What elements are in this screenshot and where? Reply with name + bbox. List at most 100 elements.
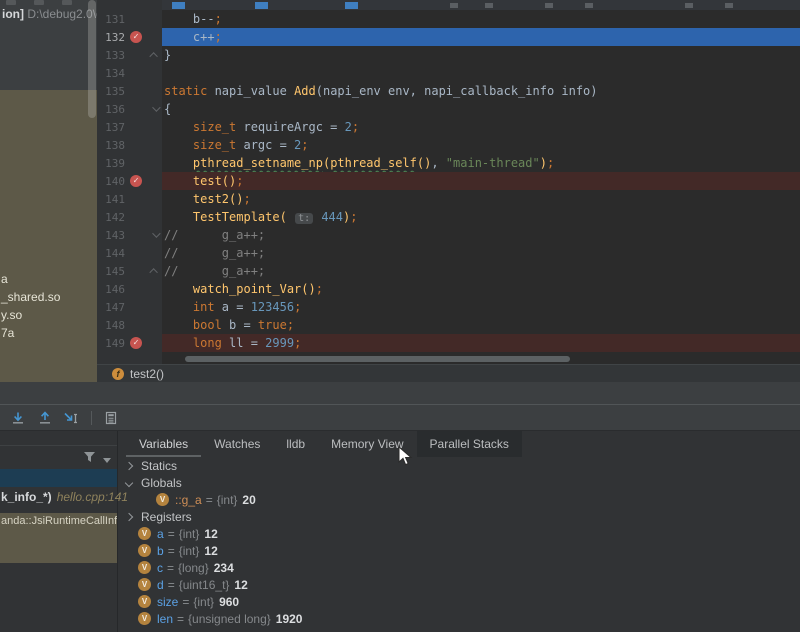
fold-gutter[interactable] (147, 268, 162, 277)
filter-icon[interactable] (83, 450, 96, 468)
variable-type: {int} (178, 526, 200, 541)
fold-marker-icon[interactable] (151, 229, 161, 238)
fold-gutter[interactable] (147, 229, 162, 238)
tree-section-statics[interactable]: Statics (119, 457, 800, 474)
line-number[interactable]: 147 (97, 301, 125, 314)
line-number[interactable]: 133 (97, 49, 125, 62)
line-number[interactable]: 136 (97, 103, 125, 116)
selection-fragment (172, 2, 185, 9)
toolbar-icons-cropped (6, 0, 72, 6)
code-line[interactable]: 138 size_t argc = 2; (97, 136, 800, 154)
line-number[interactable]: 135 (97, 85, 125, 98)
breakpoint-icon[interactable]: ✓ (130, 337, 142, 349)
line-number[interactable]: 134 (97, 67, 125, 80)
code-token: test2() (192, 192, 244, 206)
line-number[interactable]: 144 (97, 247, 125, 260)
variable-row[interactable]: Va = {int} 12 (119, 525, 800, 542)
code-token: (napi_env env, napi_callback_info info) (315, 84, 598, 98)
code-line[interactable]: 144 // g_a++; (97, 244, 800, 262)
line-number[interactable]: 145 (97, 265, 125, 278)
tree-section-registers[interactable]: Registers (119, 508, 800, 525)
library-list-item[interactable]: y.so (0, 306, 97, 324)
code-line[interactable]: 143 // g_a++; (97, 226, 800, 244)
breakpoint-gutter[interactable]: ✓ (125, 337, 147, 349)
code-line[interactable]: 146 watch_point_Var(); (97, 280, 800, 298)
code-line[interactable]: 131 b--; (97, 10, 800, 28)
tab-variables[interactable]: Variables (126, 431, 201, 457)
line-number[interactable]: 131 (97, 13, 125, 26)
line-number[interactable]: 143 (97, 229, 125, 242)
code-text: c++; (162, 28, 800, 46)
library-list-item[interactable]: _shared.so (0, 288, 97, 306)
code-text: // g_a++; (162, 244, 800, 262)
download-icon[interactable] (10, 410, 26, 426)
variable-value: 234 (213, 560, 234, 575)
tab-lldb[interactable]: lldb (273, 431, 318, 457)
chevron-right-icon[interactable] (124, 461, 134, 470)
code-token: bool (164, 318, 222, 332)
frame-row[interactable]: k_info_*) hello.cpp:141 (1, 490, 128, 504)
chevron-down-icon[interactable] (103, 450, 111, 468)
fold-marker-icon[interactable] (151, 103, 161, 112)
fold-marker-icon[interactable] (148, 52, 158, 61)
fold-marker-icon[interactable] (148, 268, 158, 277)
code-line[interactable]: 135 static napi_value Add(napi_env env, n… (97, 82, 800, 100)
tab-watches[interactable]: Watches (201, 431, 273, 457)
evaluate-grid-icon[interactable] (103, 410, 119, 426)
line-number[interactable]: 141 (97, 193, 125, 206)
chevron-right-icon[interactable] (124, 512, 134, 521)
breakpoint-icon[interactable]: ✓ (130, 175, 142, 187)
code-line[interactable]: 140 ✓ test(); (97, 172, 800, 190)
variable-row[interactable]: Vc = {long} 234 (119, 559, 800, 576)
code-editor[interactable]: 131 b--; 132 ✓ c++; 133} 134 135 static napi_v… (97, 0, 800, 382)
session-title: ion] D:\debug2.0\d (2, 7, 97, 21)
line-number[interactable]: 140 (97, 175, 125, 188)
variable-row[interactable]: V::g_a = {int} 20 (119, 491, 800, 508)
fold-gutter[interactable] (147, 103, 162, 112)
code-line[interactable]: 139 pthread_setname_np(pthread_self(), "… (97, 154, 800, 172)
variable-row[interactable]: Vb = {int} 12 (119, 542, 800, 559)
breakpoint-gutter[interactable]: ✓ (125, 31, 147, 43)
library-list-item[interactable]: a (0, 270, 97, 288)
line-number[interactable]: 142 (97, 211, 125, 224)
code-line[interactable]: 147 int a = 123456; (97, 298, 800, 316)
tab-parallel-stacks[interactable]: Parallel Stacks (416, 431, 522, 457)
horizontal-scrollbar[interactable] (185, 356, 570, 362)
code-line[interactable]: 132 ✓ c++; (97, 28, 800, 46)
code-line[interactable]: 145 // g_a++; (97, 262, 800, 280)
chevron-down-icon[interactable] (124, 478, 134, 487)
variable-row[interactable]: Vlen = {unsigned long} 1920 (119, 610, 800, 627)
line-number[interactable]: 146 (97, 283, 125, 296)
breakpoint-icon[interactable]: ✓ (130, 31, 142, 43)
line-number[interactable]: 139 (97, 157, 125, 170)
upload-icon[interactable] (37, 410, 53, 426)
tree-section-globals[interactable]: Globals (119, 474, 800, 491)
breakpoint-gutter[interactable]: ✓ (125, 175, 147, 187)
code-line[interactable]: 133} (97, 46, 800, 64)
code-line[interactable]: 141 test2(); (97, 190, 800, 208)
scrollbar-thumb[interactable] (88, 0, 96, 118)
code-token: ; (351, 120, 360, 134)
line-number[interactable]: 132 (97, 31, 125, 44)
variable-row[interactable]: Vsize = {int} 960 (119, 593, 800, 610)
selected-frame-row[interactable] (0, 469, 117, 487)
library-list-item[interactable]: 7a (0, 324, 97, 342)
line-number[interactable]: 149 (97, 337, 125, 350)
code-line[interactable]: 136 { (97, 100, 800, 118)
fold-gutter[interactable] (147, 52, 162, 61)
code-line[interactable]: 134 (97, 64, 800, 82)
line-number[interactable]: 148 (97, 319, 125, 332)
variables-panel: Variables Watches lldb Memory View Parallel … (119, 431, 800, 632)
variable-name: b (157, 543, 164, 558)
run-to-cursor-icon[interactable] (64, 410, 80, 426)
code-line[interactable]: 149 ✓ long ll = 2999; (97, 334, 800, 352)
variable-row[interactable]: Vd = {uint16_t} 12 (119, 576, 800, 593)
code-line[interactable]: 137 size_t requireArgc = 2; (97, 118, 800, 136)
code-text: size_t requireArgc = 2; (162, 118, 800, 136)
code-line[interactable]: 148 bool b = true; (97, 316, 800, 334)
code-line[interactable]: 142 TestTemplate( t: 444); (97, 208, 800, 226)
code-token: // g_a++; (164, 246, 266, 260)
line-number[interactable]: 137 (97, 121, 125, 134)
line-number[interactable]: 138 (97, 139, 125, 152)
